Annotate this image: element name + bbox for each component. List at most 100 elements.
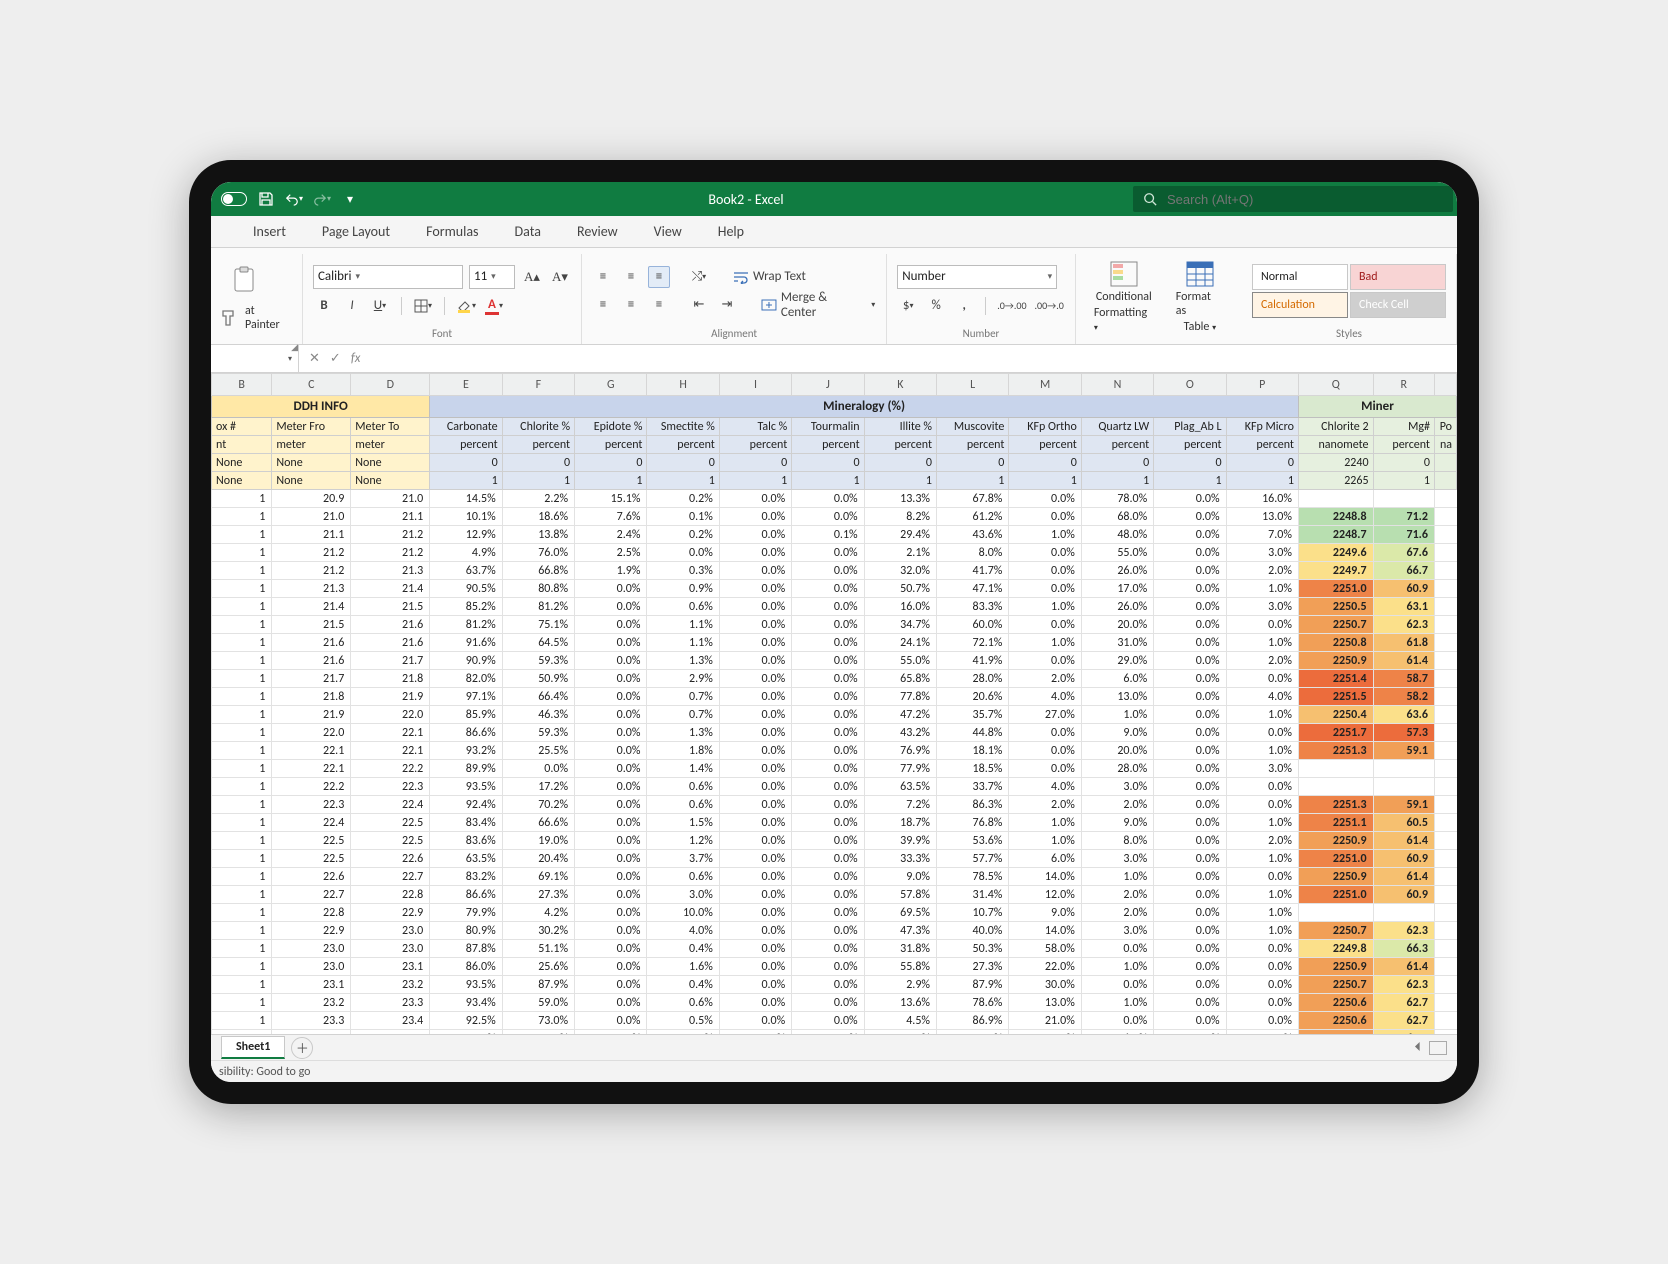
table-row[interactable]: 123.023.087.8%51.1%0.0%0.4%0.0%0.0%31.8%… xyxy=(212,940,1457,958)
tab-view[interactable]: View xyxy=(636,216,700,247)
col-J[interactable]: J xyxy=(792,374,864,396)
normal-view-icon[interactable] xyxy=(1429,1041,1447,1055)
search-input[interactable] xyxy=(1167,192,1443,207)
tab-page-layout[interactable]: Page Layout xyxy=(304,216,408,247)
table-row[interactable]: 122.122.193.2%25.5%0.0%1.8%0.0%0.0%76.9%… xyxy=(212,742,1457,760)
col-K[interactable]: K xyxy=(864,374,936,396)
table-row[interactable]: 121.821.997.1%66.4%0.0%0.7%0.0%0.0%77.8%… xyxy=(212,688,1457,706)
table-row[interactable]: 122.622.783.2%69.1%0.0%0.6%0.0%0.0%9.0%7… xyxy=(212,868,1457,886)
tab-review[interactable]: Review xyxy=(559,216,636,247)
col-R[interactable]: R xyxy=(1373,374,1434,396)
table-row[interactable]: 122.022.186.6%59.3%0.0%1.3%0.0%0.0%43.2%… xyxy=(212,724,1457,742)
tab-help[interactable]: Help xyxy=(700,216,762,247)
search-box[interactable] xyxy=(1133,186,1453,212)
increase-font-icon[interactable]: A▴ xyxy=(521,266,543,288)
align-right-icon[interactable]: ≡ xyxy=(648,294,670,316)
font-size-select[interactable]: 11▾ xyxy=(469,265,515,289)
style-calculation[interactable]: Calculation xyxy=(1252,292,1348,318)
align-middle-icon[interactable]: ≡ xyxy=(620,266,642,288)
table-row[interactable]: 121.521.681.2%75.1%0.0%1.1%0.0%0.0%34.7%… xyxy=(212,616,1457,634)
autosave-toggle[interactable] xyxy=(221,192,247,206)
col-I[interactable]: I xyxy=(719,374,791,396)
column-headers[interactable]: BCDEFGHIJKLMNOPQR xyxy=(212,374,1457,396)
col-F[interactable]: F xyxy=(502,374,574,396)
align-center-icon[interactable]: ≡ xyxy=(620,294,642,316)
table-row[interactable]: 122.722.886.6%27.3%0.0%3.0%0.0%0.0%57.8%… xyxy=(212,886,1457,904)
table-row[interactable]: 123.123.293.5%87.9%0.0%0.4%0.0%0.0%2.9%8… xyxy=(212,976,1457,994)
save-icon[interactable] xyxy=(257,190,275,208)
qat-customize-icon[interactable]: ▾ xyxy=(341,190,359,208)
sheet-nav-icons[interactable]: ⏴ xyxy=(1415,1040,1458,1055)
accounting-format-icon[interactable]: $▾ xyxy=(897,295,919,317)
table-row[interactable]: 123.023.186.0%25.6%0.0%1.6%0.0%0.0%55.8%… xyxy=(212,958,1457,976)
italic-button[interactable]: I xyxy=(341,295,363,317)
enter-formula-icon[interactable]: ✓ xyxy=(330,351,341,366)
table-row[interactable]: 122.422.583.4%66.6%0.0%1.5%0.0%0.0%18.7%… xyxy=(212,814,1457,832)
table-row[interactable]: 120.921.014.5%2.2%15.1%0.2%0.0%0.0%13.3%… xyxy=(212,490,1457,508)
orientation-icon[interactable]: ⤭▾ xyxy=(688,266,710,288)
dialog-launcher-icon[interactable]: ◢ xyxy=(291,342,298,353)
table-row[interactable]: 121.221.363.7%66.8%1.9%0.3%0.0%0.0%32.0%… xyxy=(212,562,1457,580)
undo-icon[interactable]: ▾ xyxy=(285,190,303,208)
merge-center-button[interactable]: Merge & Center▾ xyxy=(760,294,876,316)
tab-formulas[interactable]: Formulas xyxy=(408,216,496,247)
underline-button[interactable]: U▾ xyxy=(369,295,391,317)
formula-input[interactable] xyxy=(370,345,1457,372)
bold-button[interactable]: B xyxy=(313,295,335,317)
col-G[interactable]: G xyxy=(575,374,647,396)
table-row[interactable]: 121.421.585.2%81.2%0.0%0.6%0.0%0.0%16.0%… xyxy=(212,598,1457,616)
align-bottom-icon[interactable]: ≡ xyxy=(648,266,670,288)
format-painter-icon[interactable] xyxy=(221,309,239,327)
table-row[interactable]: 122.122.289.9%0.0%0.0%1.4%0.0%0.0%77.9%1… xyxy=(212,760,1457,778)
name-box[interactable]: ▾ xyxy=(211,345,299,372)
add-sheet-button[interactable]: ＋ xyxy=(291,1037,313,1059)
table-row[interactable]: 122.822.979.9%4.2%0.0%10.0%0.0%0.0%69.5%… xyxy=(212,904,1457,922)
col-D[interactable]: D xyxy=(351,374,430,396)
table-row[interactable]: 122.522.663.5%20.4%0.0%3.7%0.0%0.0%33.3%… xyxy=(212,850,1457,868)
format-as-table-button[interactable]: Format as Table ▾ xyxy=(1168,256,1232,338)
number-format-select[interactable]: Number▾ xyxy=(897,265,1057,289)
col-P[interactable]: P xyxy=(1226,374,1298,396)
style-normal[interactable]: Normal xyxy=(1252,264,1348,290)
style-check-cell[interactable]: Check Cell xyxy=(1350,292,1446,318)
col-C[interactable]: C xyxy=(272,374,351,396)
fill-color-button[interactable]: ▾ xyxy=(455,295,477,317)
table-row[interactable]: 121.321.490.5%80.8%0.0%0.9%0.0%0.0%50.7%… xyxy=(212,580,1457,598)
table-row[interactable]: 121.621.790.9%59.3%0.0%1.3%0.0%0.0%55.0%… xyxy=(212,652,1457,670)
tab-home[interactable] xyxy=(219,216,235,247)
paste-button[interactable] xyxy=(221,262,292,298)
col-E[interactable]: E xyxy=(430,374,502,396)
sheet-tab-1[interactable]: Sheet1 xyxy=(221,1036,285,1059)
cancel-formula-icon[interactable]: ✕ xyxy=(309,351,320,366)
col-Q[interactable]: Q xyxy=(1298,374,1373,396)
col-O[interactable]: O xyxy=(1154,374,1226,396)
conditional-formatting-button[interactable]: Conditional Formatting ▾ xyxy=(1086,256,1162,338)
decrease-indent-icon[interactable]: ⇤ xyxy=(688,294,710,316)
percent-format-icon[interactable]: % xyxy=(925,295,947,317)
table-row[interactable]: 121.621.691.6%64.5%0.0%1.1%0.0%0.0%24.1%… xyxy=(212,634,1457,652)
col-M[interactable]: M xyxy=(1009,374,1081,396)
redo-icon[interactable]: ▾ xyxy=(313,190,331,208)
table-row[interactable]: 122.322.492.4%70.2%0.0%0.6%0.0%0.0%7.2%8… xyxy=(212,796,1457,814)
tab-insert[interactable]: Insert xyxy=(235,216,304,247)
align-top-icon[interactable]: ≡ xyxy=(592,266,614,288)
borders-button[interactable]: ▾ xyxy=(412,295,434,317)
increase-indent-icon[interactable]: ⇥ xyxy=(716,294,738,316)
table-row[interactable]: 122.522.583.6%19.0%0.0%1.2%0.0%0.0%39.9%… xyxy=(212,832,1457,850)
decrease-decimal-icon[interactable]: .00→.0 xyxy=(1034,295,1065,317)
wrap-text-button[interactable]: Wrap Text xyxy=(732,266,807,288)
col-N[interactable]: N xyxy=(1081,374,1153,396)
col-L[interactable]: L xyxy=(937,374,1009,396)
font-name-select[interactable]: Calibri▾ xyxy=(313,265,463,289)
table-row[interactable]: 123.323.492.5%73.0%0.0%0.5%0.0%0.0%4.5%8… xyxy=(212,1012,1457,1030)
table-row[interactable]: 121.922.085.9%46.3%0.0%0.7%0.0%0.0%47.2%… xyxy=(212,706,1457,724)
col-B[interactable]: B xyxy=(212,374,272,396)
increase-decimal-icon[interactable]: .0→.00 xyxy=(996,295,1027,317)
decrease-font-icon[interactable]: A▾ xyxy=(549,266,571,288)
spreadsheet-grid[interactable]: BCDEFGHIJKLMNOPQR DDH INFO Mineralogy (%… xyxy=(211,373,1457,1034)
table-row[interactable]: 121.721.882.0%50.9%0.0%2.9%0.0%0.0%65.8%… xyxy=(212,670,1457,688)
data-rows[interactable]: 120.921.014.5%2.2%15.1%0.2%0.0%0.0%13.3%… xyxy=(212,490,1457,1035)
comma-format-icon[interactable]: , xyxy=(953,295,975,317)
align-left-icon[interactable]: ≡ xyxy=(592,294,614,316)
table-row[interactable]: 123.223.393.4%59.0%0.0%0.6%0.0%0.0%13.6%… xyxy=(212,994,1457,1012)
